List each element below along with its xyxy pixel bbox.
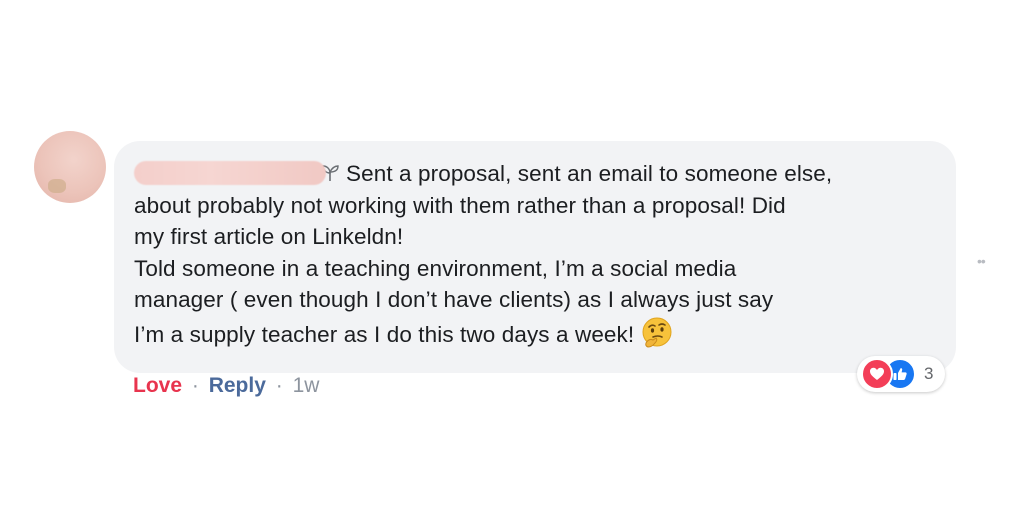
thinking-face-icon bbox=[642, 317, 672, 348]
reaction-count: 3 bbox=[924, 364, 934, 383]
avatar-detail bbox=[48, 179, 66, 193]
comment-bubble: Sent a proposal, sent an email to someon… bbox=[114, 141, 956, 373]
love-button[interactable]: Love bbox=[133, 374, 182, 397]
comment-line-5: manager ( even though I don’t have clien… bbox=[134, 287, 774, 312]
love-reaction-icon bbox=[861, 358, 893, 390]
comment-line-3: my first article on Linkeldn! bbox=[134, 224, 404, 249]
comment-line-text: I’m a supply teacher as I do this two da… bbox=[134, 321, 635, 347]
comment-line-2: about probably not working with them rat… bbox=[134, 192, 786, 218]
comment-line-1: Sent a proposal, sent an email to someon… bbox=[134, 158, 938, 190]
avatar[interactable] bbox=[34, 131, 106, 203]
comment-line-4: Told someone in a teaching environment, … bbox=[134, 255, 737, 281]
comment-text: Sent a proposal, sent an email to someon… bbox=[134, 158, 938, 350]
reply-button[interactable]: Reply bbox=[209, 374, 266, 397]
more-options-icon[interactable]: •• bbox=[977, 253, 986, 269]
comment-line-text: Sent a proposal, sent an email to someon… bbox=[346, 161, 833, 186]
timestamp[interactable]: 1w bbox=[293, 374, 320, 397]
separator-dot: · bbox=[275, 374, 283, 397]
separator-dot: · bbox=[191, 374, 199, 397]
comment-line-6: I’m a supply teacher as I do this two da… bbox=[134, 316, 938, 351]
reactions-summary[interactable]: 3 bbox=[857, 356, 946, 392]
comment-stage: Sent a proposal, sent an email to someon… bbox=[0, 0, 1024, 512]
author-name-redacted[interactable] bbox=[134, 161, 326, 185]
comment-actions: Love · Reply · 1w bbox=[133, 374, 319, 398]
